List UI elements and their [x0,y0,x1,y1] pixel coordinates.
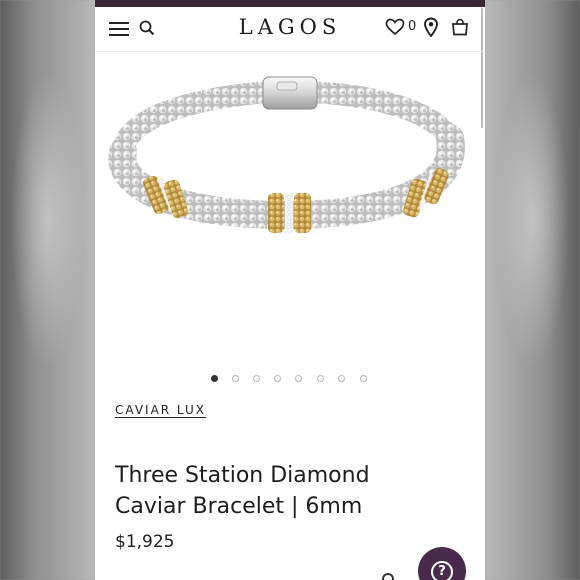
help-button[interactable]: ? [418,547,466,580]
carousel-dot[interactable] [274,375,281,382]
carousel-dot[interactable] [338,375,345,382]
background-blur-right [485,0,580,580]
heart-icon[interactable] [385,18,405,36]
mobile-page: LAGOS 0 CAVIAR LUX Three Station Diamond… [95,0,485,580]
brand-top-bar [95,0,485,7]
carousel-dot[interactable] [295,375,302,382]
carousel-dot[interactable] [211,375,218,382]
carousel-dot[interactable] [317,375,324,382]
wishlist-count: 0 [408,19,417,34]
location-pin-icon[interactable] [423,17,439,37]
collection-link[interactable]: CAVIAR LUX [115,403,206,417]
help-question-icon: ? [431,561,453,580]
image-carousel-dots [95,375,485,385]
bracelet-product-image[interactable] [95,60,485,360]
product-price: $1,925 [115,532,175,552]
carousel-dot[interactable] [232,375,239,382]
carousel-dot[interactable] [253,375,260,382]
background-blur-left [0,0,95,580]
product-title: Three Station Diamond Caviar Bracelet | … [115,462,370,519]
carousel-dot[interactable] [360,375,367,382]
shopping-bag-icon[interactable] [451,18,469,36]
partially-visible-icon[interactable] [382,573,394,580]
site-header: LAGOS 0 [95,7,485,52]
